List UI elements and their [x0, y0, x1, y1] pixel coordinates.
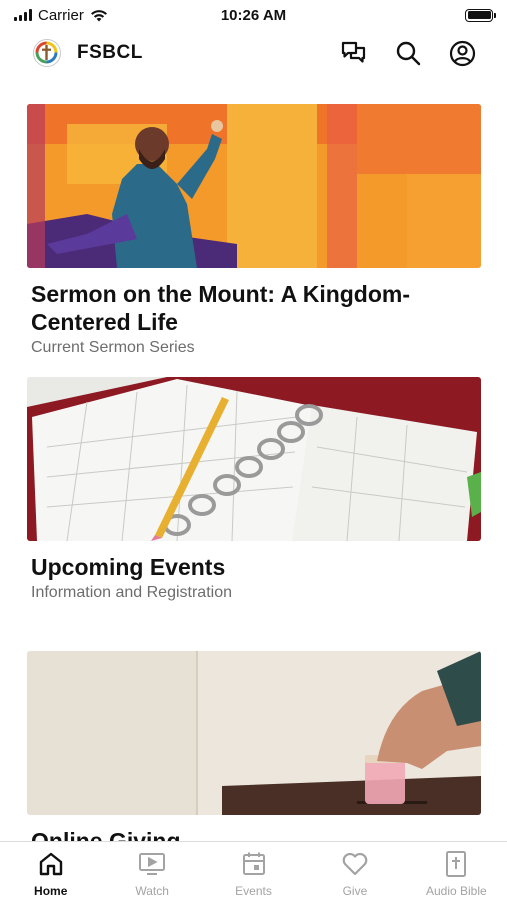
signal-icon [14, 9, 32, 21]
chat-icon[interactable] [339, 38, 369, 68]
card-title[interactable]: Upcoming Events [27, 553, 481, 581]
upcoming-events-image[interactable] [27, 377, 481, 541]
clock: 10:26 AM [220, 6, 287, 24]
logo-mark-icon [35, 41, 58, 64]
profile-icon[interactable] [447, 38, 477, 68]
upcoming-events-card[interactable]: Upcoming Events Information and Registra… [27, 377, 481, 602]
online-giving-card[interactable]: Online Giving [27, 651, 481, 841]
bottom-tab-bar: Home Watch Events Give Audio Bible [0, 841, 507, 900]
heart-icon [341, 850, 369, 878]
content-feed[interactable]: Sermon on the Mount: A Kingdom-Centered … [0, 76, 507, 841]
church-logo[interactable] [33, 39, 61, 67]
card-subtitle: Information and Registration [31, 584, 232, 601]
sermon-series-image[interactable] [27, 104, 481, 268]
tab-label: Home [34, 884, 68, 898]
planner-photo [27, 377, 481, 541]
card-title[interactable]: Online Giving [27, 827, 481, 841]
tab-label: Audio Bible [425, 884, 487, 898]
header-actions [339, 38, 477, 68]
tab-label: Watch [135, 884, 169, 898]
app-title: FSBCL [77, 42, 143, 63]
home-icon [37, 850, 65, 878]
bible-icon [442, 850, 470, 878]
tab-label: Events [235, 884, 272, 898]
app-header: FSBCL [0, 30, 507, 76]
tab-give[interactable]: Give [304, 842, 405, 900]
status-left: Carrier [14, 7, 174, 24]
tab-label: Give [342, 884, 368, 898]
status-bar: Carrier 10:26 AM [0, 0, 507, 30]
battery-icon [465, 8, 496, 22]
calendar-icon [240, 850, 268, 878]
giving-photo [27, 651, 481, 815]
sermon-artwork [27, 104, 481, 268]
carrier-label: Carrier [38, 6, 84, 24]
wifi-icon [90, 9, 107, 21]
card-title[interactable]: Sermon on the Mount: A Kingdom-Centered … [27, 280, 481, 336]
online-giving-image[interactable] [27, 651, 481, 815]
card-subtitle: Current Sermon Series [31, 339, 195, 356]
search-icon[interactable] [393, 38, 423, 68]
tab-home[interactable]: Home [0, 842, 101, 900]
tab-events[interactable]: Events [203, 842, 304, 900]
tv-icon [138, 850, 166, 878]
sermon-series-card[interactable]: Sermon on the Mount: A Kingdom-Centered … [27, 104, 481, 357]
status-right [333, 8, 496, 22]
tab-audio-bible[interactable]: Audio Bible [406, 842, 507, 900]
tab-watch[interactable]: Watch [101, 842, 202, 900]
